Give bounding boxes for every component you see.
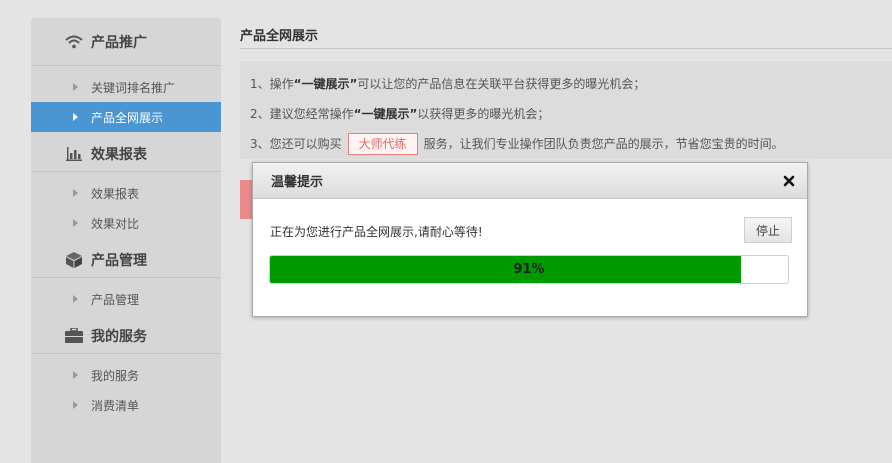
notice-text: 服务，让我们专业操作团队负责您产品的展示，节省您宝贵的时间。	[423, 137, 784, 151]
sidebar-item-label: 我的服务	[91, 368, 140, 383]
progress-dialog: 温馨提示 正在为您进行产品全网展示,请耐心等待! 停止 91%	[252, 162, 808, 317]
sidebar-group-items: 关键词排名推广 产品全网展示	[31, 66, 221, 136]
sidebar-group-label: 产品推广	[91, 34, 147, 51]
notice-line-3: 3、您还可以购买 大师代练 服务，让我们专业操作团队负责您产品的展示，节省您宝贵…	[250, 129, 892, 159]
notice-emphasis: “一键展示”	[353, 107, 418, 121]
caret-right-icon	[73, 83, 78, 91]
caret-right-icon	[73, 401, 78, 409]
notice-box: 1、操作 “一键展示” 可以让您的产品信息在关联平台获得更多的曝光机会； 2、建…	[240, 61, 892, 159]
notice-text: 3、您还可以购买	[250, 137, 342, 151]
sidebar-group-reports[interactable]: 效果报表	[31, 136, 221, 172]
sidebar-item-label: 关键词排名推广	[91, 80, 176, 95]
notice-emphasis: “一键展示”	[293, 77, 358, 91]
sidebar-item-effect-compare[interactable]: 效果对比	[31, 208, 221, 238]
sidebar-item-my-services[interactable]: 我的服务	[31, 360, 221, 390]
briefcase-icon	[65, 328, 83, 344]
sidebar-group-items: 效果报表 效果对比	[31, 172, 221, 242]
bar-chart-icon	[65, 146, 83, 162]
caret-right-icon	[73, 219, 78, 227]
sidebar-group-label: 产品管理	[91, 252, 147, 269]
wifi-icon	[65, 34, 83, 50]
stop-button[interactable]: 停止	[744, 217, 792, 243]
sidebar-group-my-services[interactable]: 我的服务	[31, 318, 221, 354]
sidebar-item-label: 效果对比	[91, 216, 140, 231]
sidebar-group-label: 效果报表	[91, 146, 147, 163]
close-icon[interactable]	[781, 173, 797, 189]
progress-label: 91%	[513, 262, 545, 277]
caret-right-icon	[73, 371, 78, 379]
dialog-header: 温馨提示	[253, 163, 807, 199]
sidebar-item-consumption-list[interactable]: 消费清单	[31, 390, 221, 420]
sidebar-group-items: 产品管理	[31, 278, 221, 318]
title-divider	[240, 48, 892, 49]
page-title: 产品全网展示	[240, 29, 319, 44]
notice-text: 以获得更多的曝光机会；	[417, 107, 550, 121]
notice-text: 2、建议您经常操作	[250, 107, 354, 121]
caret-right-icon	[73, 189, 78, 197]
box-icon	[65, 251, 83, 268]
sidebar-item-product-management[interactable]: 产品管理	[31, 284, 221, 314]
progress-bar: 91%	[269, 255, 789, 284]
sidebar-item-keyword-ranking[interactable]: 关键词排名推广	[31, 72, 221, 102]
caret-right-icon	[73, 113, 78, 121]
dialog-body: 正在为您进行产品全网展示,请耐心等待! 停止 91%	[253, 199, 807, 317]
sidebar-item-label: 产品管理	[91, 292, 140, 307]
sidebar-item-effect-report[interactable]: 效果报表	[31, 178, 221, 208]
sidebar-item-product-network-display[interactable]: 产品全网展示	[31, 102, 221, 132]
sidebar: 产品推广 关键词排名推广 产品全网展示 效果报表 效果报表 效果对比 产品管理 …	[31, 18, 221, 463]
notice-text: 可以让您的产品信息在关联平台获得更多的曝光机会；	[357, 77, 646, 91]
sidebar-item-label: 消费清单	[91, 398, 140, 413]
dialog-title: 温馨提示	[271, 175, 324, 190]
sidebar-group-items: 我的服务 消费清单	[31, 354, 221, 424]
caret-right-icon	[73, 295, 78, 303]
notice-text: 1、操作	[250, 77, 294, 91]
notice-line-2: 2、建议您经常操作 “一键展示” 以获得更多的曝光机会；	[250, 99, 892, 129]
sidebar-group-product-management[interactable]: 产品管理	[31, 242, 221, 278]
sidebar-group-product-promotion[interactable]: 产品推广	[31, 18, 221, 66]
sidebar-item-label: 产品全网展示	[91, 110, 164, 125]
master-service-button[interactable]: 大师代练	[347, 133, 418, 155]
notice-line-1: 1、操作 “一键展示” 可以让您的产品信息在关联平台获得更多的曝光机会；	[250, 69, 892, 99]
sidebar-group-label: 我的服务	[91, 328, 147, 345]
sidebar-item-label: 效果报表	[91, 186, 140, 201]
dialog-message: 正在为您进行产品全网展示,请耐心等待!	[270, 225, 483, 239]
